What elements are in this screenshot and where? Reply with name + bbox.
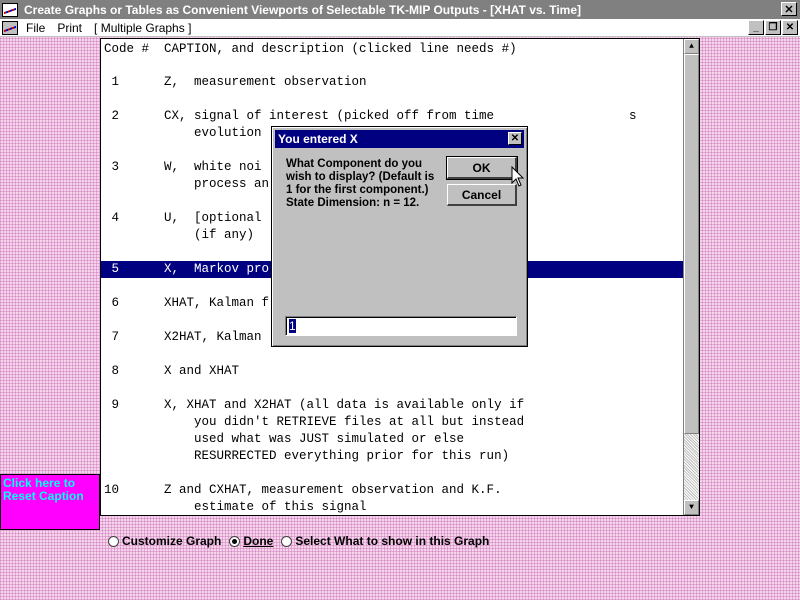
list-item[interactable]: 8 X and XHAT (104, 363, 240, 380)
window-title: Create Graphs or Tables as Convenient Vi… (24, 2, 582, 17)
list-item[interactable]: 9 X, XHAT and X2HAT (all data is availab… (104, 397, 525, 414)
reset-caption-button[interactable]: Click here to Reset Caption (0, 474, 100, 530)
list-item[interactable]: used what was JUST simulated or else (104, 431, 464, 448)
list-item[interactable]: 10 Z and CXHAT, measurement observation … (104, 482, 502, 499)
list-item[interactable]: evolution (104, 125, 262, 142)
document-chart-icon[interactable] (0, 19, 20, 37)
dialog-title: You entered X (278, 132, 358, 146)
menu-multiple-graphs[interactable]: [ Multiple Graphs ] (88, 21, 197, 35)
window-close-button[interactable]: ✕ (781, 2, 797, 16)
mdi-minimize-button[interactable]: _ (748, 20, 764, 35)
radio-circle-checked-icon[interactable] (229, 535, 241, 547)
radio-circle-icon[interactable] (108, 535, 119, 547)
dialog-title-bar[interactable]: You entered X ✕ (275, 130, 524, 148)
graph-mode-radio-group: Customize Graph Done Select What to show… (108, 533, 497, 549)
mdi-close-button[interactable]: ✕ (782, 20, 798, 35)
radio-circle-icon[interactable] (281, 535, 293, 547)
list-scrollbar[interactable]: ▲ ▼ (683, 39, 699, 515)
list-item[interactable]: 1 Z, measurement observation (104, 74, 367, 91)
dialog-prompt-text: What Component do you wish to display? (… (286, 158, 435, 209)
scroll-up-arrow-icon[interactable]: ▲ (684, 39, 699, 54)
radio-done-label: Done (243, 534, 274, 548)
radio-customize-graph[interactable]: Customize Graph (108, 534, 221, 548)
list-item[interactable]: (if any) (104, 227, 254, 244)
list-item[interactable]: 4 U, [optional (104, 210, 262, 227)
ok-button[interactable]: OK (446, 156, 518, 180)
input-dialog: You entered X ✕ What Component do you wi… (271, 126, 528, 347)
app-chart-icon[interactable] (0, 0, 20, 19)
window-title-bar[interactable]: Create Graphs or Tables as Convenient Vi… (0, 0, 800, 19)
list-item[interactable]: 7 X2HAT, Kalman (104, 329, 262, 346)
list-item[interactable]: RESURRECTED everything prior for this ru… (104, 448, 509, 465)
menu-bar: File Print [ Multiple Graphs ] _ ❐ ✕ (0, 19, 800, 37)
list-overflow-fragment: s (629, 109, 637, 123)
radio-done[interactable]: Done (229, 534, 273, 548)
scroll-down-arrow-icon[interactable]: ▼ (684, 500, 699, 515)
list-header: Code # CAPTION, and description (clicked… (104, 42, 517, 56)
radio-customize-label: Customize Graph (122, 534, 222, 548)
list-item[interactable]: process an (104, 176, 269, 193)
list-item[interactable]: 3 W, white noi (104, 159, 262, 176)
cancel-button[interactable]: Cancel (447, 184, 517, 206)
list-item[interactable]: 6 XHAT, Kalman f (104, 295, 270, 312)
radio-select-label: Select What to show in this Graph (295, 534, 490, 548)
component-input-value: 1 (289, 319, 296, 333)
list-item[interactable]: estimate of this signal (104, 499, 367, 515)
list-item[interactable]: 2 CX, signal of interest (picked off fro… (104, 108, 495, 125)
component-input-field[interactable]: 1 (285, 316, 517, 336)
mdi-controls: _ ❐ ✕ (748, 20, 798, 35)
mouse-pointer-icon (511, 166, 525, 187)
menu-print[interactable]: Print (51, 21, 88, 35)
list-item[interactable]: you didn't RETRIEVE files at all but ins… (104, 414, 524, 431)
dialog-close-button[interactable]: ✕ (508, 132, 522, 145)
mdi-restore-button[interactable]: ❐ (765, 20, 781, 35)
scroll-thumb[interactable] (684, 54, 699, 434)
radio-select-what-to-show[interactable]: Select What to show in this Graph (281, 534, 489, 548)
menu-file[interactable]: File (20, 21, 51, 35)
